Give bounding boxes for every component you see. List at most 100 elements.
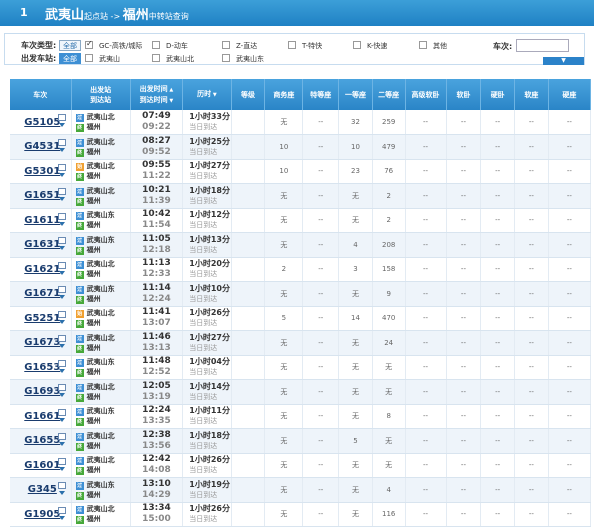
expand-arrow-icon[interactable]: [58, 344, 65, 348]
type-option-t[interactable]: T-特快: [288, 41, 322, 51]
timetable-icon[interactable]: [57, 457, 66, 465]
table-row[interactable]: G5105 过武夷山北终福州 07:49 09:22 1小时33分 当日到达无 -- 32 25…: [10, 110, 592, 135]
train-number-link[interactable]: G5251: [24, 313, 60, 324]
expand-arrow-icon[interactable]: [58, 270, 65, 275]
timetable-icon[interactable]: [57, 261, 66, 269]
table-row[interactable]: G1631 过武夷山东终福州 11:05 12:18 1小时13分 当日到达无 -- 4 208…: [10, 232, 592, 258]
checkbox[interactable]: [353, 41, 361, 49]
train-number-link[interactable]: G1673: [24, 337, 60, 348]
seat-availability: --: [405, 306, 447, 331]
type-option-other[interactable]: 其他: [419, 41, 447, 51]
station-all-button[interactable]: 全部: [59, 53, 81, 64]
timetable-icon[interactable]: [57, 139, 66, 146]
type-option-gc[interactable]: GC-高铁/城际: [85, 39, 142, 51]
type-option-d[interactable]: D-动车: [152, 41, 188, 51]
train-number-link[interactable]: G1621: [24, 264, 60, 275]
timetable-icon[interactable]: [57, 384, 66, 391]
station-badge: 终: [75, 467, 84, 476]
col-duration[interactable]: 历时: [182, 79, 232, 110]
table-row[interactable]: G1693 过武夷山北终福州 12:05 13:19 1小时14分 当日到达无 -- 无无 --…: [10, 379, 592, 405]
expand-arrow-icon[interactable]: [58, 197, 65, 201]
checkbox[interactable]: [419, 41, 427, 49]
train-number-link[interactable]: G1611: [24, 215, 60, 226]
expand-arrow-icon[interactable]: [58, 393, 65, 397]
expand-arrow-icon[interactable]: [58, 319, 65, 324]
expand-arrow-icon[interactable]: [58, 417, 65, 422]
timetable-icon[interactable]: [57, 310, 66, 318]
checkbox[interactable]: [222, 41, 230, 49]
expand-arrow-icon[interactable]: [58, 172, 65, 177]
table-row[interactable]: G1601 过武夷山北终福州 12:42 14:08 1小时26分 当日到达无 -- 无无 --…: [10, 453, 592, 478]
timetable-icon[interactable]: [57, 506, 66, 514]
table-row[interactable]: G1671 过武夷山东终福州 11:14 12:24 1小时10分 当日到达无 -- 无 9 --…: [10, 281, 592, 307]
type-option-z[interactable]: Z-直达: [222, 41, 257, 51]
train-number-link[interactable]: G5301: [24, 166, 60, 177]
col-duration-label[interactable]: 历时: [197, 90, 217, 98]
col-dep-time[interactable]: 出发时间: [140, 85, 174, 93]
table-row[interactable]: G1655 过武夷山北终福州 12:38 13:56 1小时18分 当日到达无 -- 5 无 --…: [10, 428, 592, 454]
train-number-link[interactable]: G5105: [24, 117, 60, 128]
timetable-icon[interactable]: [57, 286, 66, 293]
train-number-link[interactable]: G1671: [24, 288, 60, 299]
timetable-icon[interactable]: [57, 212, 66, 220]
table-row[interactable]: G5251 始武夷山北终福州 11:41 13:07 1小时26分 当日到达 5 -- 14 47…: [10, 306, 592, 331]
expand-arrow-icon[interactable]: [58, 442, 65, 446]
train-number-link[interactable]: G1631: [24, 239, 60, 250]
train-number-link[interactable]: G1653: [24, 362, 60, 373]
stations-cell: 过武夷山东终福州: [71, 232, 131, 258]
train-number-link[interactable]: G345: [28, 484, 57, 495]
table-row[interactable]: G1661 过武夷山东终福州 12:24 13:35 1小时11分 当日到达无 -- 无 8 --…: [10, 404, 592, 429]
expand-filter-button[interactable]: ▼: [543, 57, 584, 65]
timetable-icon[interactable]: [57, 408, 66, 416]
col-arr-time[interactable]: 到达时间: [140, 96, 174, 104]
checkbox[interactable]: [85, 39, 93, 49]
checkbox[interactable]: [152, 54, 160, 62]
checkbox[interactable]: [85, 54, 93, 62]
train-number-link[interactable]: G1601: [24, 460, 60, 471]
station-badge: 终: [75, 344, 84, 353]
station-option-wuyishan-north[interactable]: 武夷山北: [152, 54, 194, 64]
timetable-icon[interactable]: [57, 335, 66, 342]
table-row[interactable]: G5301 始武夷山北终福州 09:55 11:22 1小时27分 当日到达 10 -- 23 7…: [10, 159, 592, 184]
train-type-all-button[interactable]: 全部: [59, 40, 81, 51]
train-number-link[interactable]: G1693: [24, 386, 60, 397]
checkbox[interactable]: [222, 54, 230, 62]
train-number-link[interactable]: G1655: [24, 435, 60, 446]
timetable-icon[interactable]: [57, 237, 66, 244]
type-option-k[interactable]: K-快速: [353, 41, 387, 51]
table-row[interactable]: G1651 过武夷山北终福州 10:21 11:39 1小时18分 当日到达无 -- 无 2 --…: [10, 183, 592, 209]
table-row[interactable]: G345 过武夷山东终福州 13:10 14:29 1小时19分 当日到达无 -- 无 4 -- -…: [10, 477, 592, 503]
train-number-link[interactable]: G1905: [24, 509, 60, 520]
expand-arrow-icon[interactable]: [58, 148, 65, 152]
timetable-icon[interactable]: [57, 188, 66, 195]
expand-arrow-icon[interactable]: [58, 123, 65, 127]
expand-arrow-icon[interactable]: [58, 491, 65, 495]
table-row[interactable]: G1653 过武夷山东终福州 11:48 12:52 1小时04分 当日到达无 -- 无无 --…: [10, 355, 592, 380]
table-row[interactable]: G1621 过武夷山北终福州 11:13 12:33 1小时20分 当日到达 2 -- 3 158…: [10, 257, 592, 282]
table-row[interactable]: G1905 过武夷山北终福州 13:34 15:00 1小时26分 当日到达无 -- 无 116…: [10, 502, 592, 527]
expand-arrow-icon[interactable]: [58, 246, 65, 250]
checkbox[interactable]: [288, 41, 296, 49]
expand-arrow-icon[interactable]: [58, 368, 65, 373]
expand-arrow-icon[interactable]: [58, 515, 65, 520]
table-row[interactable]: G1611 过武夷山东终福州 10:42 11:54 1小时12分 当日到达无 -- 无 2 --…: [10, 208, 592, 233]
grade-cell: [231, 355, 266, 380]
expand-arrow-icon[interactable]: [58, 295, 65, 299]
expand-arrow-icon[interactable]: [58, 221, 65, 226]
train-number-link[interactable]: G4531: [24, 141, 60, 152]
col-times[interactable]: 出发时间到达时间: [130, 79, 184, 110]
train-number-link[interactable]: G1661: [24, 411, 60, 422]
train-number-link[interactable]: G1651: [24, 190, 60, 201]
duration: 1小时04分: [189, 357, 230, 367]
timetable-icon[interactable]: [57, 114, 66, 121]
table-row[interactable]: G1673 过武夷山北终福州 11:46 13:13 1小时27分 当日到达无 -- 无 24-…: [10, 330, 592, 356]
station-option-wuyishan-east[interactable]: 武夷山东: [222, 54, 264, 64]
timetable-icon[interactable]: [57, 359, 66, 367]
station-option-wuyishan[interactable]: 武夷山: [85, 54, 120, 64]
table-row[interactable]: G4531 过武夷山北终福州 08:27 09:52 1小时25分 当日到达 10 -- 10 4…: [10, 134, 592, 160]
timetable-icon[interactable]: [57, 482, 66, 489]
timetable-icon[interactable]: [57, 163, 66, 171]
timetable-icon[interactable]: [57, 433, 66, 440]
expand-arrow-icon[interactable]: [58, 466, 65, 471]
checkbox[interactable]: [152, 41, 160, 49]
